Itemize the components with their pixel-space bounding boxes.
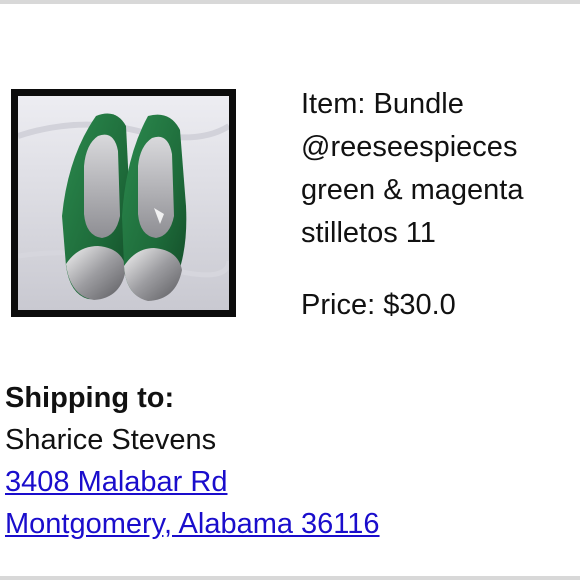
item-line-1: Item: Bundle [301,83,576,126]
price-value: $30.0 [383,289,456,321]
order-summary-screen: Item: Bundle @reeseespieces green & mage… [0,0,580,580]
item-name-part-2: @reeseespieces [301,131,518,163]
recipient-name: Sharice Stevens [5,424,217,456]
item-details: Item: Bundle @reeseespieces green & mage… [301,83,576,255]
item-label: Item: [301,88,366,120]
price-label: Price: [301,289,376,321]
bottom-divider [0,576,580,580]
price: Price: $30.0 [301,284,456,327]
address-street-link[interactable]: 3408 Malabar Rd [5,461,380,503]
item-name-part-4: stilletos 11 [301,217,436,249]
shipping-heading: Shipping to: [5,382,175,414]
shipping-info: Shipping to: Sharice Stevens 3408 Malaba… [5,377,380,545]
item-name-part-3: green & magenta [301,174,524,206]
item-name-part-1: Bundle [373,88,464,120]
top-divider [0,0,580,4]
product-image[interactable] [11,89,236,317]
address-city-link[interactable]: Montgomery, Alabama 36116 [5,503,380,545]
shoe-photo [18,96,229,310]
